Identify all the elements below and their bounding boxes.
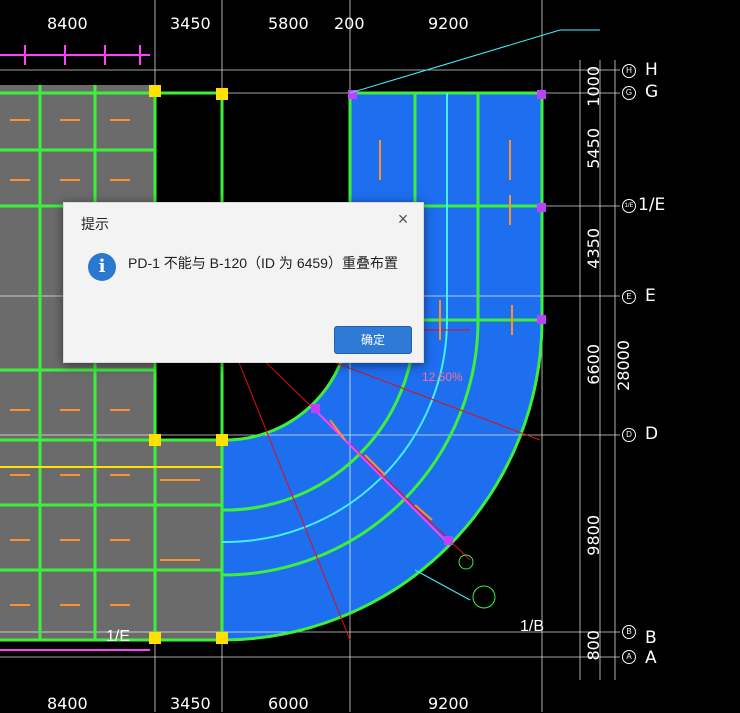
axis-bubble-g: G [622, 86, 636, 100]
dim-right-4: 6600 [584, 344, 603, 385]
axis-bubble-d: D [622, 428, 636, 442]
dim-right-6: 800 [584, 630, 603, 661]
axis-label-1b: 1/B [520, 618, 545, 635]
dim-top-4: 200 [334, 14, 365, 33]
dim-bottom-1: 8400 [47, 694, 88, 713]
dialog-message: PD-1 不能与 B-120（ID 为 6459）重叠布置 [128, 255, 398, 271]
dim-right-5: 9800 [584, 515, 603, 556]
axis-label-1e: 1/E [638, 195, 666, 215]
dim-right-3: 4350 [584, 228, 603, 269]
axis-label-1e-left: 1/E [106, 628, 131, 645]
close-icon[interactable]: × [395, 210, 411, 228]
dim-bottom-2: 3450 [170, 694, 211, 713]
alert-dialog: 提示 × i PD-1 不能与 B-120（ID 为 6459）重叠布置 确定 [63, 202, 424, 363]
dim-bottom-4: 9200 [428, 694, 469, 713]
dim-right-2: 5450 [584, 128, 603, 169]
dialog-title: 提示 [81, 216, 109, 232]
axis-bubble-e: E [622, 290, 636, 304]
axis-bubble-h: H [622, 64, 636, 78]
axis-bubbles [458, 554, 496, 609]
axis-bubble-1e: 1/E [622, 199, 636, 213]
dim-bottom-3: 6000 [268, 694, 309, 713]
axis-label-e: E [645, 286, 656, 306]
axis-label-d: D [645, 424, 659, 444]
axis-label-a: A [645, 648, 657, 668]
axis-label-h: H [645, 60, 658, 80]
lower-slab-area [155, 440, 223, 640]
dim-right-1: 1000 [584, 66, 603, 107]
dim-right-total: 28000 [614, 340, 633, 391]
axis-label-g: G [645, 82, 659, 102]
dim-top-2: 3450 [170, 14, 211, 33]
axis-bubble-a: A [622, 650, 636, 664]
dim-top-1: 8400 [47, 14, 88, 33]
slope-label: 12.50% [422, 370, 463, 384]
dim-top-3: 5800 [268, 14, 309, 33]
axis-bubble-b: B [622, 625, 636, 639]
dim-top-5: 9200 [428, 14, 469, 33]
ok-button[interactable]: 确定 [334, 326, 412, 354]
axis-label-b: B [645, 628, 657, 648]
info-icon: i [88, 253, 116, 281]
